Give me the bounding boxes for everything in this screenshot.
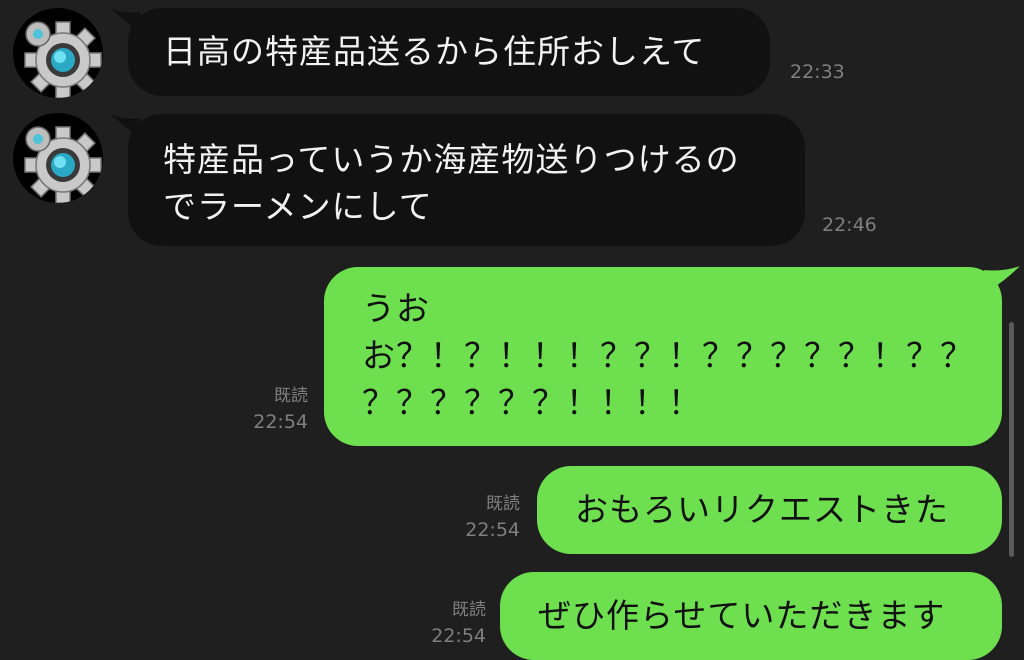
message-bubble[interactable]: うお お？！？！！！？？！？？？？？！？？ ？？？？？？！！！！ xyxy=(324,267,1002,446)
message-meta: 22:46 xyxy=(822,211,877,239)
message-bubble[interactable]: おもろいリクエストきた xyxy=(537,466,1002,554)
message-time: 22:54 xyxy=(253,411,308,433)
scrollbar[interactable] xyxy=(1009,322,1014,557)
chat-view: 日高の特産品送るから住所おしえて 22:33 特産品っていうか海産物送りつけるの… xyxy=(0,0,1024,660)
message-bubble[interactable]: 日高の特産品送るから住所おしえて xyxy=(128,8,770,96)
message-bubble[interactable]: ぜひ作らせていただきます xyxy=(500,572,1002,660)
message-bubble[interactable]: 特産品っていうか海産物送りつけるの でラーメンにして xyxy=(128,114,805,246)
friend-avatar[interactable] xyxy=(13,113,103,203)
read-receipt: 既読 xyxy=(274,386,308,406)
read-receipt: 既読 xyxy=(486,494,520,514)
bubble-tail xyxy=(984,266,1020,290)
message-meta: 既読 22:54 xyxy=(440,492,520,544)
message-time: 22:33 xyxy=(790,61,845,83)
message-time: 22:54 xyxy=(465,519,520,541)
gear-gem-icon xyxy=(24,126,102,203)
message-meta: 既読 22:54 xyxy=(408,598,486,650)
read-receipt: 既読 xyxy=(452,600,486,620)
friend-avatar[interactable] xyxy=(13,8,103,98)
message-time: 22:46 xyxy=(822,214,877,236)
gear-gem-icon xyxy=(24,21,102,98)
message-meta: 22:33 xyxy=(790,58,845,86)
message-meta: 既読 22:54 xyxy=(230,384,308,436)
message-time: 22:54 xyxy=(431,625,486,647)
